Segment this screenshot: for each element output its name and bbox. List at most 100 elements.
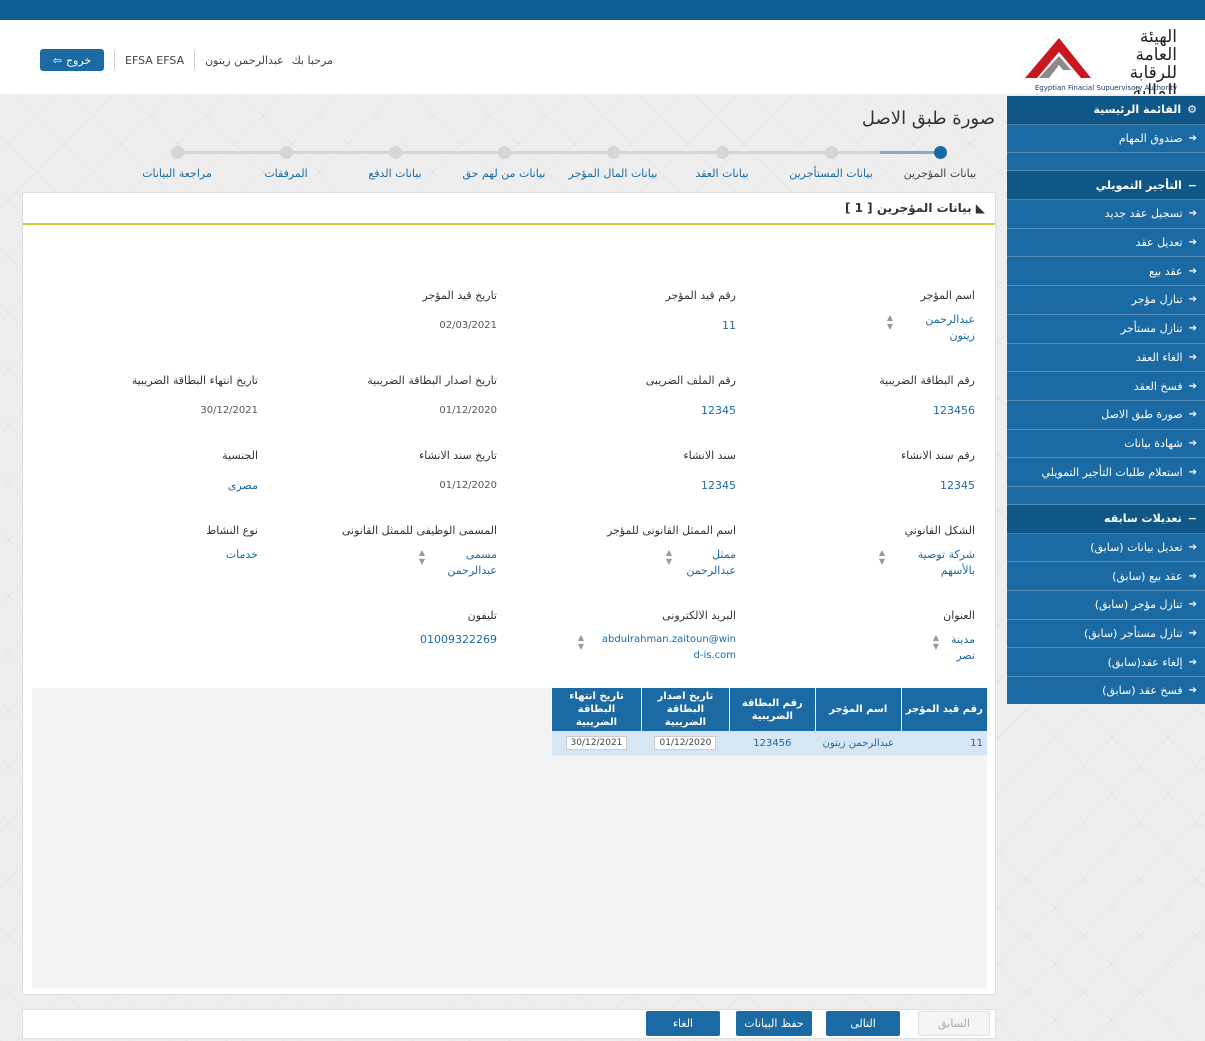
- arrow-icon: ➔: [1188, 294, 1197, 306]
- est-no-value: 12345: [940, 479, 975, 492]
- field-rep-title: المسمى الوظيفى للممثل القانونى مسمى عبدا…: [277, 524, 497, 579]
- step-6[interactable]: بيانات الدفع: [335, 140, 455, 180]
- scroll-spinner[interactable]: ▲ ▼: [877, 548, 887, 582]
- step-2[interactable]: بيانات المستأجرين: [771, 140, 891, 180]
- sidebar-main-menu[interactable]: ⚙ القائمة الرئيسية: [1007, 96, 1205, 125]
- sidebar-item[interactable]: ➔ تعديل بيانات (سابق): [1007, 534, 1205, 563]
- scroll-spinner[interactable]: ▲ ▼: [664, 548, 674, 582]
- column-header[interactable]: رقم قيد المؤجر: [900, 688, 987, 731]
- sidebar-spacer: [1007, 153, 1205, 172]
- sidebar-item[interactable]: ➔ استعلام طلبات التأجير التمويلي: [1007, 458, 1205, 487]
- sidebar-item[interactable]: ➔ الغاء العقد: [1007, 344, 1205, 373]
- sidebar-item[interactable]: ➔ عقد بيع (سابق): [1007, 562, 1205, 591]
- field-tax-card: رقم البطاقة الضريبية 123456: [755, 374, 975, 419]
- field-tax-file: رقم الملف الضريبى 12345: [516, 374, 736, 419]
- sidebar-item[interactable]: ➔ فسخ العقد: [1007, 372, 1205, 401]
- column-header[interactable]: تاريخ اصدار البطاقة الضريبية: [640, 688, 730, 731]
- step-label: مراجعة البيانات: [142, 167, 212, 180]
- field-est-no: رقم سند الانشاء 12345: [755, 449, 975, 494]
- scroll-spinner[interactable]: ▲ ▼: [885, 313, 895, 347]
- column-header[interactable]: اسم المؤجر: [814, 688, 902, 731]
- phone-value: 01009322269: [420, 633, 497, 646]
- previous-button[interactable]: السابق: [918, 1011, 990, 1036]
- field-address: العنوان مدينة نصر ▲ ▼: [755, 609, 975, 664]
- sidebar-item[interactable]: ➔ عقد بيع: [1007, 257, 1205, 287]
- field-tax-expiry: تاريخ انتهاء البطاقة الضريبية 30/12/2021: [38, 374, 258, 419]
- sidebar-spacer: [1007, 487, 1205, 505]
- sidebar-section-leasing[interactable]: − التأجير التمويلي: [1007, 171, 1205, 201]
- step-dot: [279, 146, 293, 159]
- column-header[interactable]: تاريخ انتهاء البطاقة الضريبية: [551, 688, 642, 731]
- cell-reg-no: 11: [901, 731, 987, 755]
- column-header[interactable]: رقم البطاقة الضريبية: [728, 688, 816, 731]
- logo-english-text: Egyptian Finacial Supuervisory Authority: [1034, 84, 1177, 92]
- cell-lessor-name: عبدالرحمن زيتون: [815, 731, 902, 755]
- email-value: abdulrahman.zaitoun@wind-is.com: [601, 634, 736, 661]
- sidebar-section-previous[interactable]: − تعديلات سابقه: [1007, 504, 1205, 534]
- user-name: عبدالرحمن زيتون: [205, 53, 284, 67]
- step-dot: [715, 146, 729, 159]
- arrow-icon: ➔: [1188, 628, 1197, 640]
- top-strip: [0, 0, 1205, 20]
- greeting: مرحبا بك: [291, 53, 333, 67]
- field-reg-no: رقم قيد المؤجر 11: [516, 289, 736, 334]
- tax-issue-value: 01/12/2020: [439, 405, 497, 416]
- tax-file-value: 12345: [701, 404, 736, 417]
- step-dot: [497, 146, 511, 159]
- step-dot: [170, 146, 184, 159]
- cancel-button[interactable]: الغاء: [646, 1011, 720, 1036]
- arrow-icon: ➔: [1188, 208, 1197, 220]
- next-button[interactable]: التالى: [826, 1011, 900, 1036]
- reg-date-value: 02/03/2021: [439, 320, 497, 331]
- sidebar-item[interactable]: ➔ فسخ عقد (سابق): [1007, 677, 1205, 706]
- est-doc-value: 12345: [701, 479, 736, 492]
- sidebar-item[interactable]: ➔ صورة طبق الاصل: [1007, 401, 1205, 430]
- lessors-table: رقم قيد المؤجر اسم المؤجر رقم البطاقة ال…: [551, 688, 987, 755]
- cell-tax-expiry: 30/12/2021: [565, 736, 628, 750]
- minus-icon: −: [1187, 512, 1197, 526]
- step-1[interactable]: بيانات المؤجرين: [880, 140, 1000, 180]
- page-title: صورة طبق الاصل: [861, 108, 995, 129]
- step-7[interactable]: المرفقات: [226, 140, 346, 180]
- scroll-spinner[interactable]: ▲ ▼: [576, 633, 586, 667]
- field-legal-rep: اسم الممثل القانونى للمؤجر ممثل عبدالرحم…: [516, 524, 736, 579]
- step-4[interactable]: بيانات المال المؤجر: [553, 140, 673, 180]
- step-label: بيانات المؤجرين: [903, 167, 977, 180]
- logout-button[interactable]: ⇦ خروج: [40, 49, 104, 71]
- sidebar-item[interactable]: ➔ تسجيل عقد جديد: [1007, 200, 1205, 229]
- tax-card-value: 123456: [933, 404, 975, 417]
- logout-label: خروج: [65, 53, 92, 67]
- step-5[interactable]: بيانات من لهم حق: [444, 140, 564, 180]
- step-3[interactable]: بيانات العقد: [662, 140, 782, 180]
- sidebar-item[interactable]: ➔ تنازل مؤجر: [1007, 286, 1205, 315]
- est-date-value: 01/12/2020: [439, 480, 497, 491]
- header: الهيئة العامة للرقابة المالية Egyptian F…: [0, 20, 1205, 100]
- table-row[interactable]: 11 عبدالرحمن زيتون 123456 01/12/2020 30/…: [551, 731, 987, 755]
- save-button[interactable]: حفظ البيانات: [736, 1011, 812, 1036]
- step-8[interactable]: مراجعة البيانات: [117, 140, 237, 180]
- sign-out-icon: ⇦: [52, 53, 62, 67]
- sidebar-item[interactable]: ➔ شهادة بيانات: [1007, 430, 1205, 459]
- sidebar-item[interactable]: ➔ تنازل مستأجر: [1007, 315, 1205, 344]
- step-dot: [388, 146, 402, 159]
- arrow-icon: ➔: [1188, 541, 1197, 553]
- panel-heading[interactable]: ◣ بيانات المؤجرين [ 1 ]: [845, 201, 985, 215]
- sidebar-item[interactable]: ➔ تعديل عقد: [1007, 229, 1205, 258]
- tax-expiry-value: 30/12/2021: [200, 405, 258, 416]
- arrow-icon: ➔: [1188, 570, 1197, 582]
- sidebar-item[interactable]: ➔ تنازل مستأجر (سابق): [1007, 620, 1205, 649]
- scroll-spinner[interactable]: ▲ ▼: [417, 548, 427, 582]
- panel-divider: [23, 223, 995, 225]
- org-name: EFSA EFSA: [125, 53, 185, 67]
- arrow-icon: ➔: [1188, 409, 1197, 421]
- step-label: بيانات العقد: [695, 167, 749, 180]
- legal-rep-value: ممثل عبدالرحمن: [686, 548, 736, 577]
- cell-tax-issue: 01/12/2020: [654, 736, 717, 750]
- sidebar-item-tasks[interactable]: ➔ صندوق المهام: [1007, 125, 1205, 154]
- sidebar: ⚙ القائمة الرئيسية ➔ صندوق المهام − التأجير…: [1007, 96, 1205, 706]
- sidebar-item[interactable]: ➔ إلغاء عقد(سابق): [1007, 648, 1205, 678]
- scroll-spinner[interactable]: ▲ ▼: [931, 633, 941, 667]
- gears-icon: ⚙: [1187, 103, 1197, 117]
- arrow-icon: ➔: [1188, 237, 1197, 249]
- sidebar-item[interactable]: ➔ تنازل مؤجر (سابق): [1007, 591, 1205, 620]
